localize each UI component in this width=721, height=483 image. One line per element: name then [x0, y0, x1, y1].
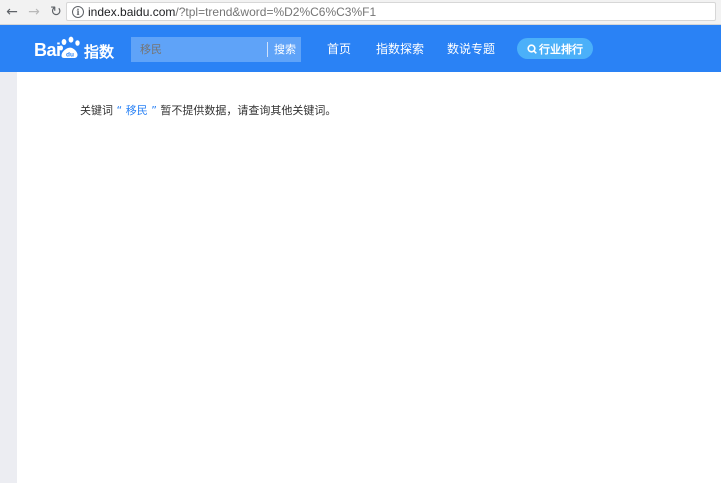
search-divider [267, 42, 268, 57]
close-quote: ” [151, 104, 157, 117]
left-gutter [0, 72, 17, 483]
search-input[interactable] [131, 37, 265, 62]
message-suffix: 暂不提供数据，请查询其他关键词。 [160, 104, 337, 117]
open-quote: “ [116, 104, 123, 117]
address-bar[interactable]: i index.baidu.com/?tpl=trend&word=%D2%C6… [66, 2, 716, 21]
message-prefix: 关键词 [80, 104, 113, 117]
logo-text-du: du [66, 52, 74, 59]
site-header: Bai du 指数 搜索 首页 指数探索 数说专题 行业排行 [0, 25, 721, 72]
search-button[interactable]: 搜索 [269, 37, 301, 62]
logo-text-zhishu: 指数 [84, 43, 115, 61]
back-arrow-icon[interactable]: ← [2, 2, 22, 22]
url-host: index.baidu.com [88, 5, 176, 19]
url-path: /?tpl=trend&word=%D2%C6%C3%F1 [175, 5, 377, 19]
nav-data-topics[interactable]: 数说专题 [447, 40, 495, 58]
keyword-link[interactable]: 移民 [126, 104, 148, 117]
baidu-index-logo[interactable]: Bai du 指数 [34, 36, 114, 62]
ranking-icon [527, 43, 537, 54]
forward-arrow-icon[interactable]: → [24, 2, 44, 22]
search-box: 搜索 [131, 37, 301, 62]
reload-icon[interactable]: ↻ [46, 2, 66, 22]
url-text[interactable]: index.baidu.com/?tpl=trend&word=%D2%C6%C… [88, 4, 376, 20]
info-icon[interactable]: i [72, 6, 84, 18]
nav-home[interactable]: 首页 [327, 40, 351, 58]
logo-text-bai: Bai [34, 40, 61, 60]
industry-ranking-label: 行业排行 [539, 42, 583, 56]
browser-toolbar: ← → ↻ i index.baidu.com/?tpl=trend&word=… [0, 0, 721, 25]
no-data-message: 关键词 “ 移民 ” 暂不提供数据，请查询其他关键词。 [80, 103, 336, 119]
industry-ranking-button[interactable]: 行业排行 [517, 38, 593, 59]
baidu-paw-icon: du [59, 36, 80, 59]
nav-index-explore[interactable]: 指数探索 [376, 40, 424, 58]
